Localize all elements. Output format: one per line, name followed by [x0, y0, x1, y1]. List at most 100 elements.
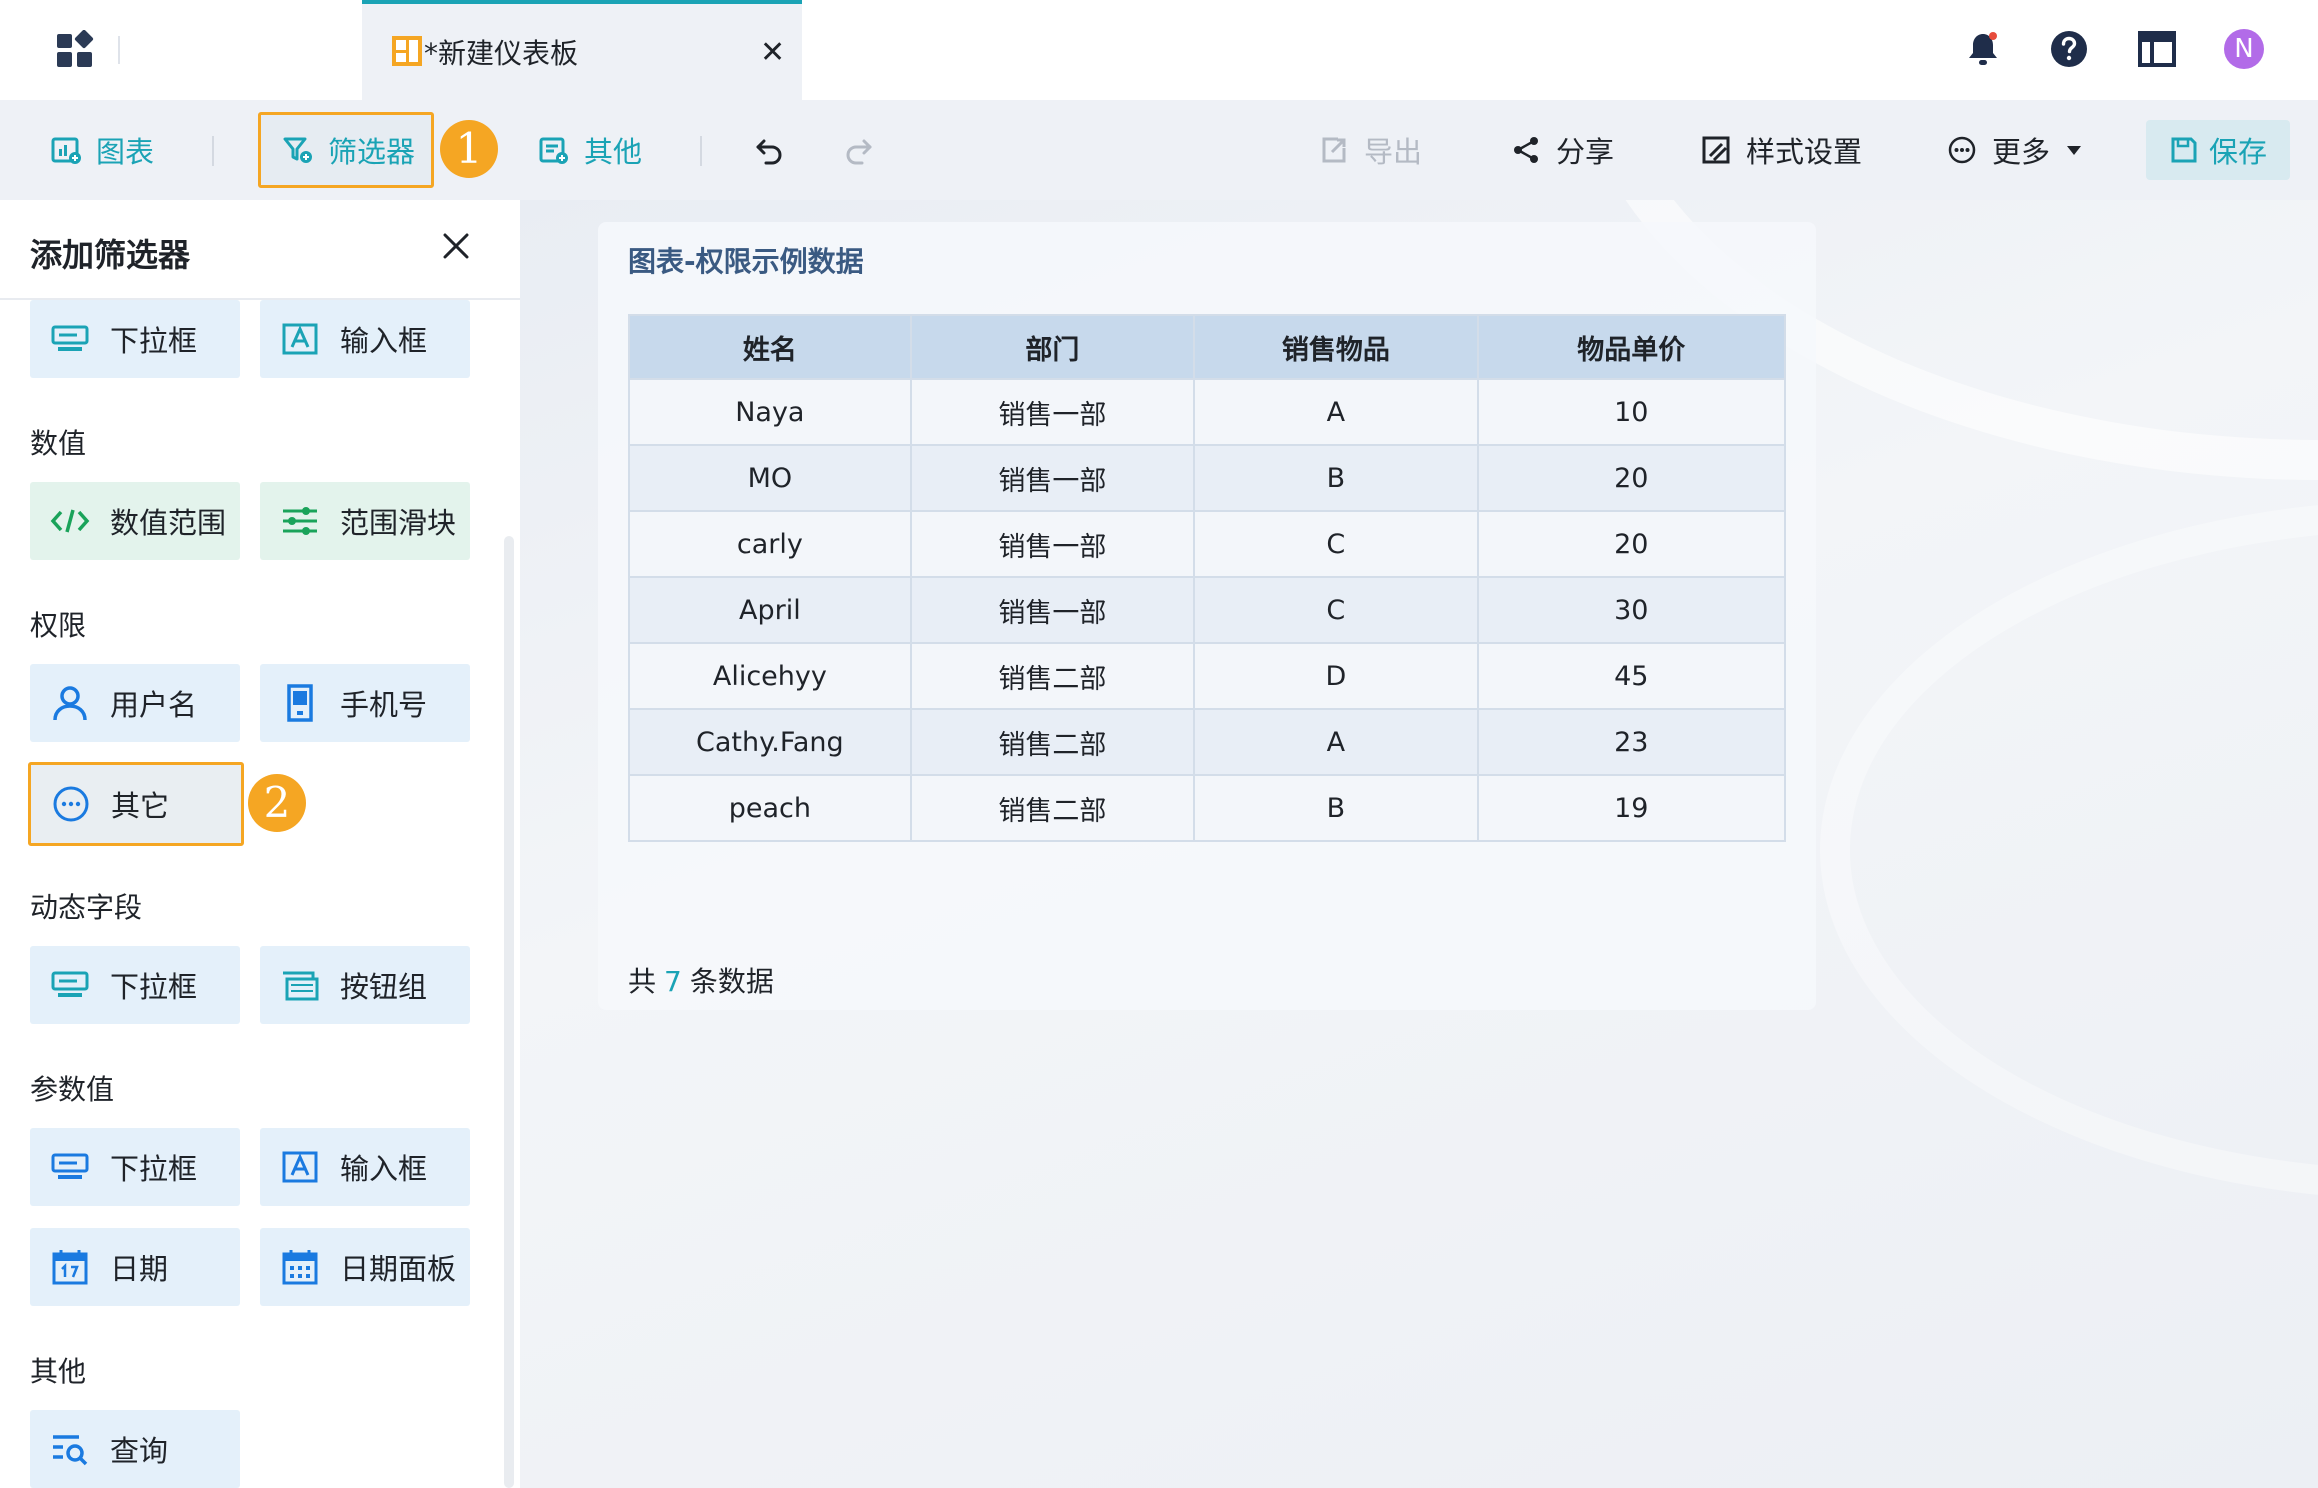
- chart-label: 图表: [96, 135, 155, 169]
- table-cell: C: [1193, 510, 1479, 578]
- table-cell: 销售二部: [909, 642, 1196, 710]
- chip-param-date[interactable]: 日期: [30, 1228, 240, 1306]
- export-button[interactable]: 导出: [1318, 112, 1422, 188]
- table-cell: B: [1193, 774, 1479, 842]
- table-cell: B: [1193, 444, 1479, 512]
- other-button[interactable]: 其他: [538, 112, 642, 188]
- calendar-icon: [52, 1250, 88, 1285]
- dropdown-icon: [51, 971, 89, 997]
- step-badge-2: 2: [248, 774, 306, 832]
- chip-dynamic-dropdown[interactable]: 下拉框: [30, 946, 240, 1024]
- more-label: 更多: [1992, 135, 2051, 169]
- chip-label: 日期: [110, 1252, 169, 1286]
- table-row: Naya 销售一部 A 10: [628, 378, 1787, 446]
- undo-button[interactable]: [754, 112, 800, 188]
- chip-phone[interactable]: 手机号: [260, 664, 470, 742]
- filter-label: 筛选器: [328, 135, 416, 169]
- save-icon: [2171, 137, 2197, 163]
- user-avatar[interactable]: N: [2224, 29, 2264, 69]
- count-suffix: 条数据: [689, 965, 774, 998]
- table-cell: 销售一部: [909, 510, 1196, 578]
- chart-button[interactable]: 图表: [50, 112, 154, 188]
- chip-query[interactable]: 查询: [30, 1410, 240, 1488]
- chip-param-date-panel[interactable]: 日期面板: [260, 1228, 470, 1306]
- bell-icon[interactable]: [1962, 28, 2004, 70]
- add-filter-panel: 添加筛选器 下拉框 输入框 数值 数值范围 范围滑块 权限 用户名 手机号 其它…: [0, 200, 520, 1488]
- table-row: Alicehyy 销售二部 D 45: [628, 642, 1787, 710]
- table-cell: 20: [1476, 510, 1787, 578]
- table-cell: MO: [628, 444, 912, 512]
- input-box-icon: [282, 323, 318, 355]
- more-button[interactable]: 更多: [1946, 112, 2084, 188]
- tab-close-icon[interactable]: ✕: [760, 38, 785, 68]
- layout-icon[interactable]: [2136, 28, 2178, 70]
- chip-label: 下拉框: [110, 1152, 198, 1186]
- table-row: peach 销售二部 B 19: [628, 774, 1787, 842]
- table-cell: C: [1193, 576, 1479, 644]
- table-cell: peach: [628, 774, 912, 842]
- table-cell: 销售二部: [909, 708, 1196, 776]
- dashboard-icon: [392, 36, 422, 66]
- table-row: MO 销售一部 B 20: [628, 444, 1787, 512]
- chip-number-range[interactable]: 数值范围: [30, 482, 240, 560]
- panel-header: 添加筛选器: [0, 200, 520, 300]
- share-icon: [1514, 137, 1538, 163]
- table-cell: 19: [1476, 774, 1787, 842]
- tab-new-dashboard[interactable]: *新建仪表板 ✕: [362, 0, 802, 100]
- redo-icon: [846, 139, 872, 165]
- help-icon[interactable]: [2048, 28, 2090, 70]
- chip-dropdown-top[interactable]: 下拉框: [30, 300, 240, 378]
- chip-username[interactable]: 用户名: [30, 664, 240, 742]
- column-header[interactable]: 姓名: [628, 314, 912, 380]
- calendar-grid-icon: [282, 1250, 318, 1285]
- share-label: 分享: [1556, 135, 1615, 169]
- column-header[interactable]: 物品单价: [1476, 314, 1787, 380]
- save-button[interactable]: 保存: [2146, 120, 2290, 180]
- style-label: 样式设置: [1746, 135, 1863, 169]
- chip-range-slider[interactable]: 范围滑块: [260, 482, 470, 560]
- user-icon: [53, 686, 87, 721]
- table-cell: 10: [1476, 378, 1787, 446]
- column-header[interactable]: 销售物品: [1193, 314, 1479, 380]
- dashboard-canvas: 图表-权限示例数据 姓名 部门 销售物品 物品单价 Naya 销售一部 A 10: [520, 200, 2318, 1488]
- add-component-icon: [539, 137, 568, 164]
- chip-label: 日期面板: [340, 1252, 457, 1286]
- share-button[interactable]: 分享: [1510, 112, 1614, 188]
- toolbar: 图表 筛选器 1 其他 导出 分享 样式设置 更多 保存: [0, 100, 2318, 200]
- panel-scrollbar[interactable]: [504, 536, 514, 1488]
- chip-input-top[interactable]: 输入框: [260, 300, 470, 378]
- slider-icon: [283, 507, 317, 535]
- table-cell: Cathy.Fang: [628, 708, 912, 776]
- chip-label: 手机号: [340, 688, 428, 722]
- panel-title: 添加筛选器: [30, 236, 191, 274]
- section-numeric: 数值: [30, 427, 87, 460]
- chip-other-permission[interactable]: 其它: [28, 762, 244, 846]
- table-row: April 销售一部 C 30: [628, 576, 1787, 644]
- export-icon: [1322, 137, 1346, 163]
- column-header[interactable]: 部门: [909, 314, 1196, 380]
- export-label: 导出: [1364, 135, 1423, 169]
- filter-button[interactable]: 筛选器: [282, 112, 415, 188]
- background-swoosh: [1820, 500, 2318, 1200]
- chip-param-dropdown[interactable]: 下拉框: [30, 1128, 240, 1206]
- chip-button-group[interactable]: 按钮组: [260, 946, 470, 1024]
- chip-label: 查询: [110, 1434, 169, 1468]
- table-cell: carly: [628, 510, 912, 578]
- other-label: 其他: [584, 135, 643, 169]
- redo-button[interactable]: [842, 112, 888, 188]
- chip-param-input[interactable]: 输入框: [260, 1128, 470, 1206]
- close-icon[interactable]: [440, 230, 472, 262]
- table-cell: 销售一部: [909, 444, 1196, 512]
- style-icon: [1702, 136, 1730, 164]
- data-table: 姓名 部门 销售物品 物品单价 Naya 销售一部 A 10 MO 销售一部 B: [628, 314, 1787, 842]
- dropdown-icon: [51, 325, 89, 351]
- table-cell: 销售一部: [909, 378, 1196, 446]
- table-cell: A: [1193, 378, 1479, 446]
- app-grid-icon[interactable]: [55, 30, 95, 70]
- table-cell: 30: [1476, 576, 1787, 644]
- count-number: 7: [664, 965, 682, 998]
- dropdown-icon: [51, 1153, 89, 1179]
- table-cell: 销售二部: [909, 774, 1196, 842]
- style-settings-button[interactable]: 样式设置: [1700, 112, 1862, 188]
- table-chart-card[interactable]: 图表-权限示例数据 姓名 部门 销售物品 物品单价 Naya 销售一部 A 10: [598, 222, 1816, 1010]
